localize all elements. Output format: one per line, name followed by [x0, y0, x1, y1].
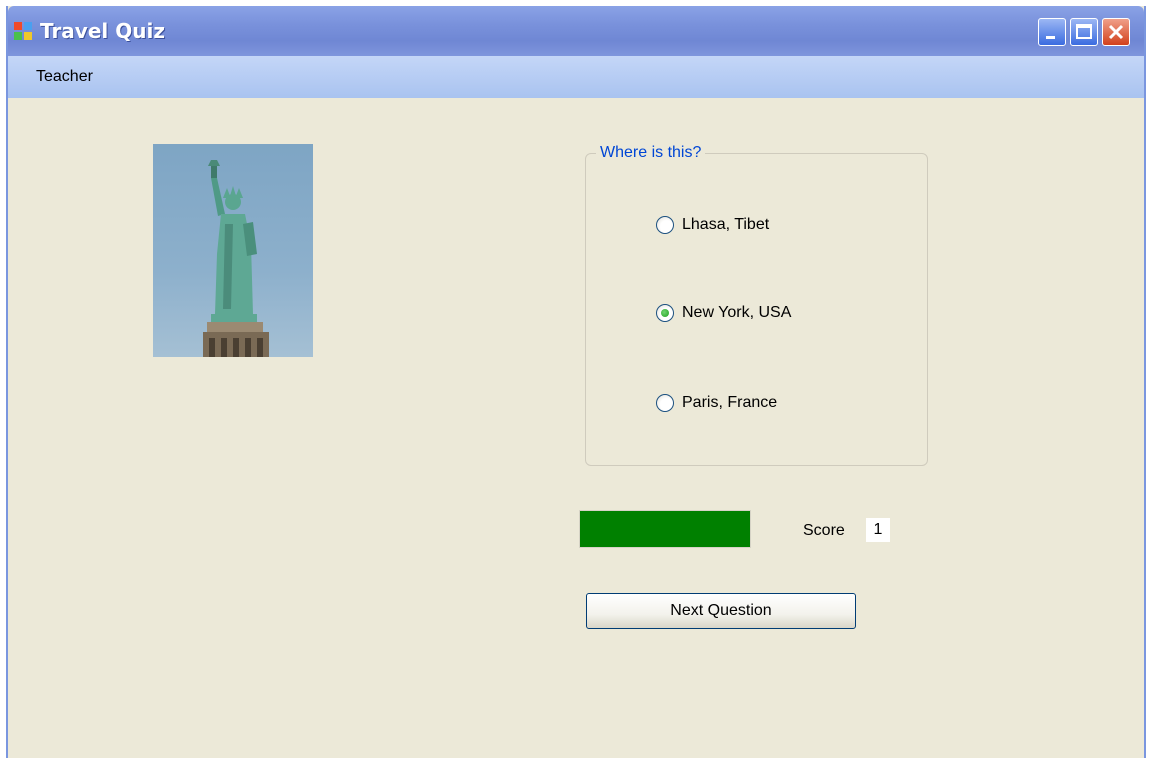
close-icon[interactable] — [1102, 18, 1130, 46]
progress-fill — [580, 511, 750, 547]
option-label: Lhasa, Tibet — [682, 216, 770, 233]
window-title: Travel Quiz — [40, 19, 165, 43]
answer-groupbox: Where is this? Lhasa, Tibet New York, US… — [585, 144, 928, 466]
option-label: Paris, France — [682, 394, 778, 411]
app-window: Travel Quiz Teacher Where is this? Lhasa… — [6, 6, 1146, 758]
question-prompt: Where is this? — [596, 144, 706, 162]
maximize-icon[interactable] — [1070, 18, 1098, 46]
title-bar[interactable]: Travel Quiz — [8, 6, 1144, 56]
option-lhasa[interactable]: Lhasa, Tibet — [656, 214, 769, 236]
quiz-progress-bar — [579, 510, 751, 548]
menu-teacher[interactable]: Teacher — [36, 68, 93, 86]
score-value: 1 — [866, 518, 890, 542]
app-icon — [14, 22, 32, 40]
option-paris[interactable]: Paris, France — [656, 392, 777, 414]
radio-selected-icon[interactable] — [656, 304, 674, 322]
radio-unselected-icon[interactable] — [656, 216, 674, 234]
minimize-icon[interactable] — [1038, 18, 1066, 46]
option-new-york[interactable]: New York, USA — [656, 302, 791, 324]
landmark-image — [153, 144, 313, 357]
score-label: Score — [803, 522, 845, 539]
option-label: New York, USA — [682, 304, 792, 321]
menu-bar: Teacher — [8, 56, 1144, 98]
next-question-button[interactable]: Next Question — [586, 593, 856, 629]
radio-unselected-icon[interactable] — [656, 394, 674, 412]
